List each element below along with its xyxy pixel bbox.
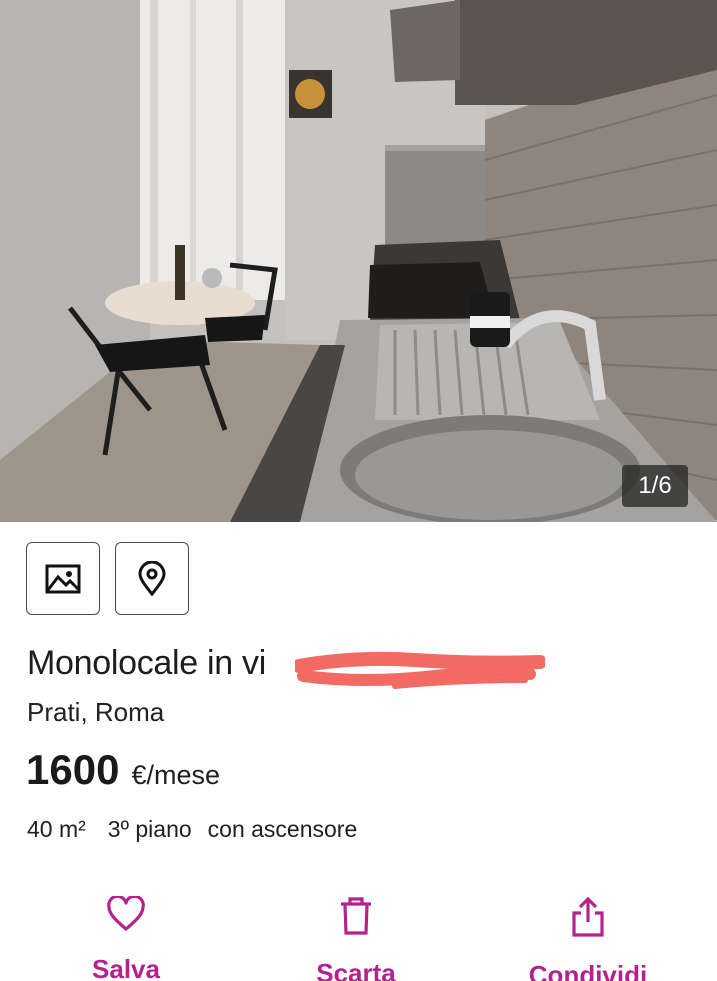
listing-title-row: Monolocale in vi: [27, 644, 545, 689]
share-label: Condividi: [528, 960, 648, 981]
media-toggle-group: [26, 542, 189, 615]
redaction-mark: [295, 651, 545, 689]
price-unit: €/mese: [131, 760, 220, 790]
action-bar: Salva Scarta Condividi: [0, 896, 717, 981]
discard-label: Scarta: [316, 958, 396, 981]
trash-icon: [341, 897, 371, 935]
image-icon: [45, 564, 81, 593]
kitchen-photo-image: [0, 0, 717, 522]
map-button[interactable]: [115, 542, 189, 615]
share-icon: [572, 896, 604, 937]
map-pin-icon: [138, 560, 166, 596]
photos-button[interactable]: [26, 542, 100, 615]
price-row: 1600 €/mese: [26, 746, 220, 794]
listing-photo[interactable]: 1/6: [0, 0, 717, 522]
heart-icon: [107, 896, 145, 931]
discard-button[interactable]: Scarta: [256, 896, 456, 981]
listing-price: 1600: [26, 746, 120, 793]
listing-title: Monolocale in vi: [27, 644, 266, 682]
save-button[interactable]: Salva: [26, 896, 226, 981]
listing-features: 40 m² 3º piano con ascensore: [27, 816, 357, 843]
listing-location: Prati, Roma: [27, 697, 165, 727]
save-label: Salva: [92, 954, 160, 981]
feature-elevator: con ascensore: [207, 816, 358, 842]
photo-counter: 1/6: [622, 465, 688, 507]
feature-floor: 3º piano: [107, 816, 192, 842]
feature-area: 40 m²: [27, 816, 86, 842]
share-button[interactable]: Condividi: [488, 896, 688, 981]
